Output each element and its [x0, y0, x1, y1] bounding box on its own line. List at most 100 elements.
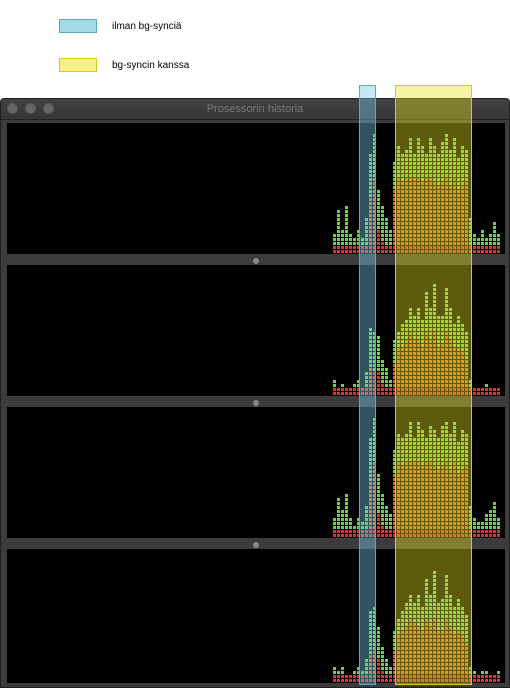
cpu-sample-bar — [489, 234, 492, 253]
cpu-sample-bar — [381, 206, 384, 253]
cpu-dot — [333, 526, 336, 529]
legend-swatch-yellow — [59, 58, 97, 72]
cpu-dot — [381, 498, 384, 501]
cpu-dot — [385, 534, 388, 537]
cpu-sample-bar — [385, 218, 388, 253]
cpu-dot — [341, 510, 344, 513]
cpu-dot — [385, 380, 388, 383]
cpu-dot — [389, 388, 392, 391]
cpu-dot — [493, 510, 496, 513]
cpu-dot — [381, 651, 384, 654]
cpu-dot — [473, 534, 476, 537]
cpu-dot — [473, 238, 476, 241]
cpu-dot — [489, 392, 492, 395]
cpu-dot — [337, 222, 340, 225]
cpu-dot — [485, 679, 488, 682]
split-divider-handle[interactable] — [253, 400, 259, 406]
cpu-dot — [337, 230, 340, 233]
cpu-dot — [381, 360, 384, 363]
cpu-dot — [377, 639, 380, 642]
cpu-sample-bar — [489, 388, 492, 395]
cpu-dot — [377, 631, 380, 634]
cpu-sample-bar — [353, 671, 356, 682]
split-divider-handle[interactable] — [253, 542, 259, 548]
cpu-dot — [341, 518, 344, 521]
cpu-dot — [333, 518, 336, 521]
cpu-dot — [481, 530, 484, 533]
cpu-dot — [473, 526, 476, 529]
cpu-dot — [493, 234, 496, 237]
cpu-dot — [377, 486, 380, 489]
cpu-dot — [493, 388, 496, 391]
cpu-dot — [381, 514, 384, 517]
cpu-dot — [341, 234, 344, 237]
cpu-dot — [489, 242, 492, 245]
cpu-dot — [353, 526, 356, 529]
cpu-dot — [377, 534, 380, 537]
cpu-sample-bar — [377, 190, 380, 253]
cpu-dot — [377, 368, 380, 371]
cpu-dot — [497, 250, 500, 253]
cpu-dot — [385, 250, 388, 253]
cpu-dot — [333, 384, 336, 387]
cpu-dot — [381, 494, 384, 497]
cpu-sample-bar — [489, 675, 492, 682]
cpu-dot — [489, 530, 492, 533]
cpu-dot — [337, 234, 340, 237]
cpu-dot — [493, 226, 496, 229]
cpu-dot — [477, 526, 480, 529]
cpu-sample-bar — [493, 388, 496, 395]
cpu-sample-bar — [489, 510, 492, 537]
cpu-sample-bar — [497, 388, 500, 395]
cpu-dot — [381, 522, 384, 525]
cpu-dot — [481, 250, 484, 253]
cpu-dot — [485, 518, 488, 521]
cpu-dot — [353, 238, 356, 241]
cpu-dot — [493, 530, 496, 533]
cpu-dot — [345, 250, 348, 253]
cpu-sample-bar — [473, 234, 476, 253]
cpu-dot — [485, 250, 488, 253]
cpu-dot — [385, 226, 388, 229]
cpu-dot — [337, 246, 340, 249]
cpu-dot — [353, 392, 356, 395]
cpu-dot — [385, 246, 388, 249]
cpu-dot — [381, 675, 384, 678]
cpu-dot — [337, 675, 340, 678]
cpu-dot — [489, 518, 492, 521]
cpu-dot — [377, 356, 380, 359]
legend-label: ilman bg-synciä — [112, 20, 182, 32]
cpu-dot — [377, 380, 380, 383]
cpu-sample-bar — [349, 234, 352, 253]
cpu-sample-bar — [473, 671, 476, 682]
cpu-dot — [385, 230, 388, 233]
cpu-dot — [489, 534, 492, 537]
cpu-dot — [389, 514, 392, 517]
cpu-dot — [381, 242, 384, 245]
cpu-dot — [377, 348, 380, 351]
cpu-dot — [377, 250, 380, 253]
cpu-dot — [389, 671, 392, 674]
cpu-dot — [337, 518, 340, 521]
cpu-dot — [489, 675, 492, 678]
cpu-dot — [389, 526, 392, 529]
cpu-dot — [381, 659, 384, 662]
cpu-sample-bar — [353, 526, 356, 537]
cpu-dot — [341, 246, 344, 249]
legend-item-without-bg-sync: ilman bg-synciä — [59, 18, 181, 34]
cpu-dot — [381, 206, 384, 209]
cpu-dot — [485, 675, 488, 678]
cpu-dot — [385, 222, 388, 225]
cpu-dot — [481, 392, 484, 395]
cpu-dot — [377, 218, 380, 221]
cpu-sample-bar — [481, 230, 484, 253]
cpu-dot — [497, 671, 500, 674]
cpu-dot — [353, 384, 356, 387]
cpu-dot — [485, 514, 488, 517]
cpu-dot — [473, 242, 476, 245]
cpu-dot — [377, 506, 380, 509]
cpu-dot — [489, 526, 492, 529]
split-divider-handle[interactable] — [253, 258, 259, 264]
cpu-dot — [497, 518, 500, 521]
cpu-dot — [497, 526, 500, 529]
